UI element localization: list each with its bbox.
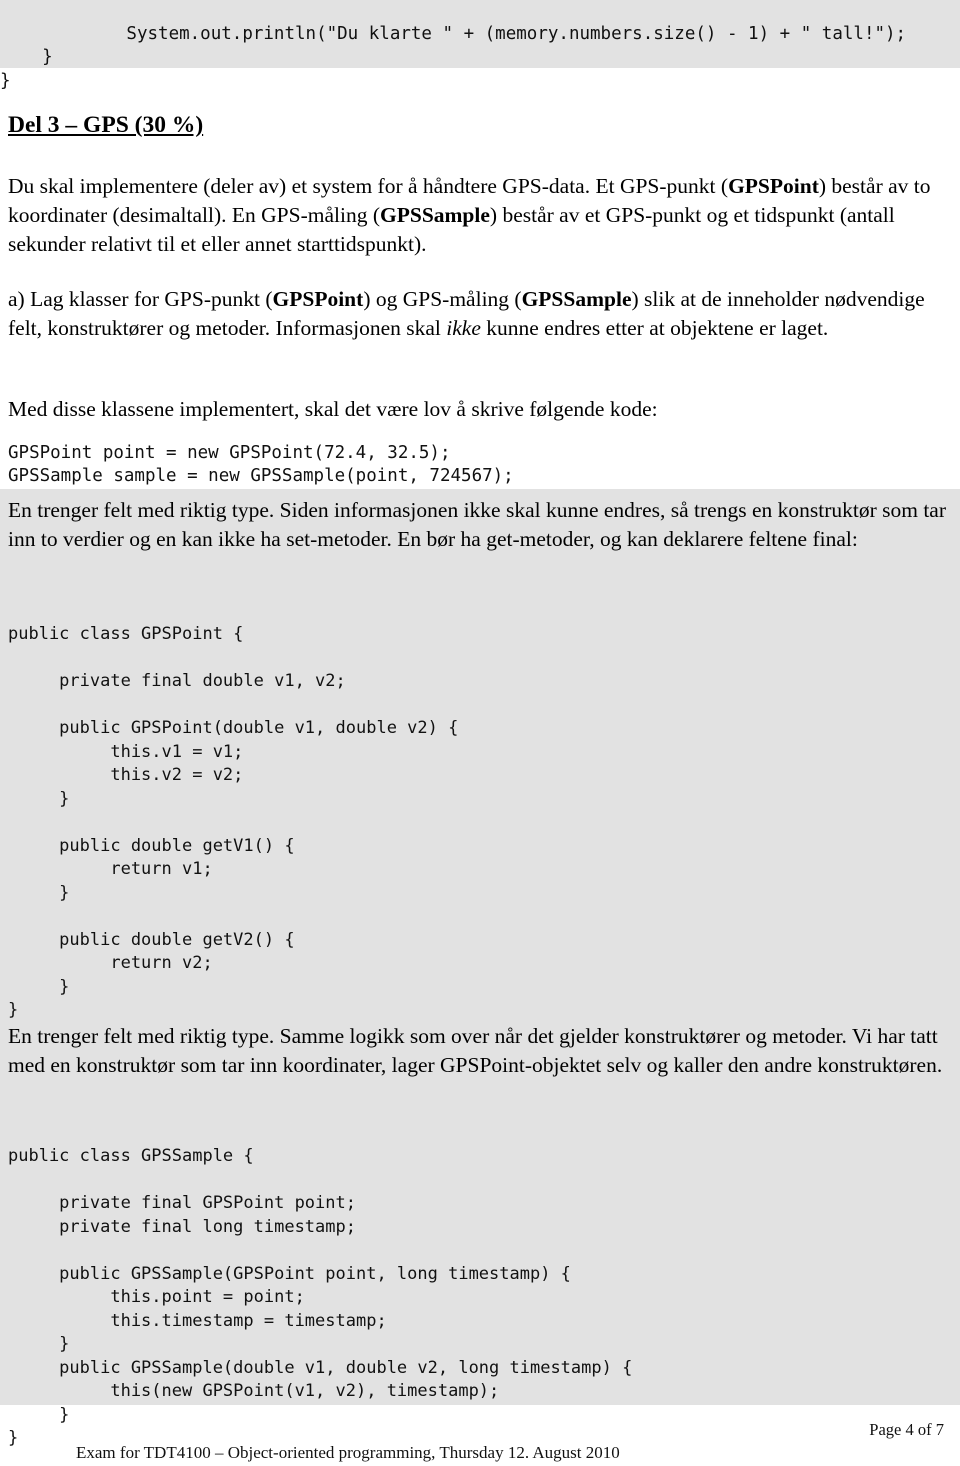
intro-bold-gpspoint: GPSPoint	[728, 174, 819, 198]
task-a-text-2: ) og GPS-måling (	[363, 287, 522, 311]
example-code-block: GPSPoint point = new GPSPoint(72.4, 32.5…	[8, 442, 514, 487]
task-a-bold-gpssample: GPSSample	[521, 287, 632, 311]
intro-bold-gpssample: GPSSample	[380, 203, 490, 227]
page-number: Page 4 of 7	[869, 1420, 944, 1439]
intro-text-1: Du skal implementere (deler av) et syste…	[8, 174, 729, 198]
gpspoint-code-block: public class GPSPoint { private final do…	[8, 624, 459, 1020]
gpssample-code-block: public class GPSSample { private final G…	[8, 1146, 633, 1448]
task-a-text-4: kunne endres etter at objektene er laget…	[480, 316, 829, 340]
task-a-bold-gpspoint: GPSPoint	[272, 287, 364, 311]
gpssample-explanation-paragraph: En trenger felt med riktig type. Samme l…	[8, 1024, 943, 1077]
top-code-block: System.out.println("Du klarte " + (memor…	[0, 23, 907, 91]
gpspoint-explanation-paragraph: En trenger felt med riktig type. Siden i…	[8, 498, 947, 551]
footer-exam-title: Exam for TDT4100 – Object-oriented progr…	[76, 1443, 620, 1462]
section-heading: Del 3 – GPS (30 %)	[8, 112, 204, 138]
example-lead-text: Med disse klassene implementert, skal de…	[8, 397, 658, 421]
task-a-paragraph: a) Lag klasser for GPS-punkt (GPSPoint) …	[8, 285, 952, 343]
task-a-italic-ikke: ikke	[446, 316, 481, 340]
task-a-text-1: a) Lag klasser for GPS-punkt (	[8, 287, 273, 311]
section-intro-paragraph: Du skal implementere (deler av) et syste…	[8, 172, 948, 259]
